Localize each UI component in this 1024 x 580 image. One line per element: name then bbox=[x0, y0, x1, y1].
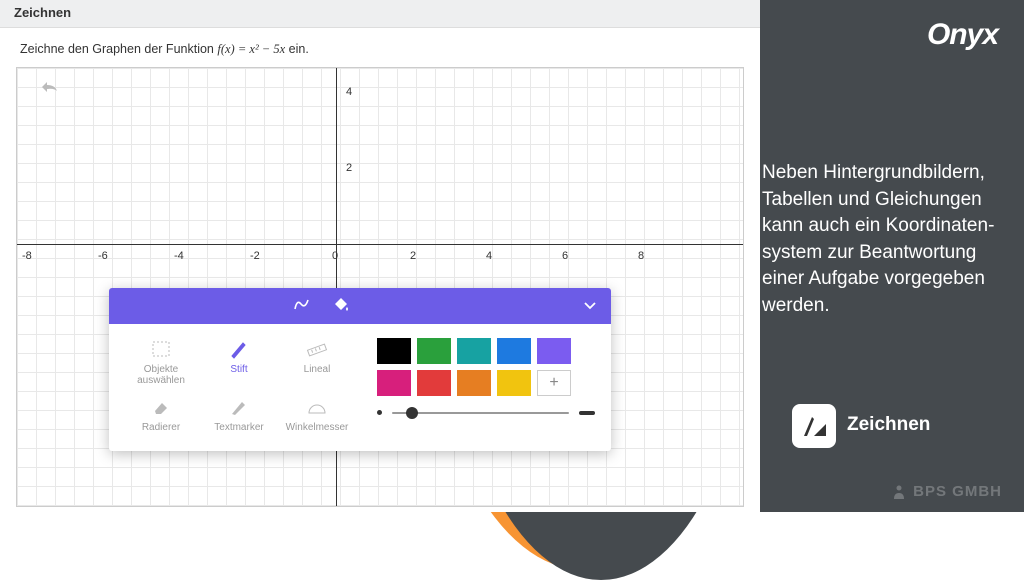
eraser-icon bbox=[147, 396, 175, 418]
toolbar-header bbox=[109, 288, 611, 324]
tool-select[interactable]: Objekte auswählen bbox=[125, 338, 197, 386]
freehand-icon[interactable] bbox=[293, 296, 311, 317]
y-tick-label: 4 bbox=[346, 86, 352, 98]
tool-label: Textmarker bbox=[214, 422, 263, 433]
color-swatch[interactable] bbox=[417, 338, 451, 364]
y-tick-label: 2 bbox=[346, 162, 352, 174]
tool-label: Stift bbox=[230, 364, 247, 375]
drawing-toolbar: Objekte auswählen Stift Lineal Radierer Text… bbox=[109, 288, 611, 451]
thick-indicator bbox=[579, 411, 595, 415]
color-swatch[interactable] bbox=[497, 338, 531, 364]
x-tick-label: 6 bbox=[562, 250, 568, 262]
color-swatch[interactable] bbox=[457, 338, 491, 364]
select-icon bbox=[147, 338, 175, 360]
promo-title: Zeichnen bbox=[847, 414, 1002, 436]
tool-eraser[interactable]: Radierer bbox=[125, 396, 197, 433]
protractor-icon bbox=[303, 396, 331, 418]
color-swatch[interactable] bbox=[417, 370, 451, 396]
x-axis bbox=[17, 244, 743, 245]
collapse-icon[interactable] bbox=[583, 297, 597, 315]
drawing-canvas[interactable]: -8 -6 -4 -2 0 2 4 6 8 2 4 Objekte auswählen Stift Li… bbox=[16, 67, 744, 507]
promo-text: Neben Hintergrund­bildern, Tabellen und … bbox=[762, 160, 1002, 320]
tool-label: Winkelmesser bbox=[286, 422, 349, 433]
promo-badge-icon bbox=[792, 404, 836, 448]
x-tick-label: 0 bbox=[332, 250, 338, 262]
brand-logo: Onyx bbox=[927, 18, 998, 52]
tool-label: Objekte auswählen bbox=[125, 364, 197, 386]
fill-icon[interactable] bbox=[333, 296, 351, 317]
tool-pen[interactable]: Stift bbox=[203, 338, 275, 386]
x-tick-label: -8 bbox=[22, 250, 32, 262]
color-swatch[interactable] bbox=[457, 370, 491, 396]
x-tick-label: -2 bbox=[250, 250, 260, 262]
x-tick-label: 2 bbox=[410, 250, 416, 262]
page-title: Zeichnen bbox=[14, 5, 746, 20]
tool-label: Lineal bbox=[304, 364, 331, 375]
tool-protractor[interactable]: Winkelmesser bbox=[281, 396, 353, 433]
header-bar: Zeichnen bbox=[0, 0, 760, 28]
undo-button[interactable] bbox=[35, 76, 65, 98]
slider-thumb[interactable] bbox=[406, 407, 418, 419]
add-color-button[interactable]: + bbox=[537, 370, 571, 396]
thin-indicator bbox=[377, 410, 382, 415]
company-credit: BPS GMBH bbox=[891, 483, 1002, 500]
color-swatch[interactable] bbox=[377, 370, 411, 396]
ruler-icon bbox=[303, 338, 331, 360]
x-tick-label: -4 bbox=[174, 250, 184, 262]
thickness-slider[interactable] bbox=[392, 412, 569, 414]
instruction-text: Zeichne den Graphen der Funktion f(x) = … bbox=[0, 28, 760, 67]
marker-icon bbox=[225, 396, 253, 418]
pen-icon bbox=[225, 338, 253, 360]
tool-marker[interactable]: Textmarker bbox=[203, 396, 275, 433]
tool-label: Radierer bbox=[142, 422, 180, 433]
app-area: Zeichnen Zeichne den Graphen der Funktio… bbox=[0, 0, 760, 512]
tool-ruler[interactable]: Lineal bbox=[281, 338, 353, 386]
x-tick-label: 4 bbox=[486, 250, 492, 262]
color-swatch[interactable] bbox=[537, 338, 571, 364]
color-swatch[interactable] bbox=[377, 338, 411, 364]
x-tick-label: 8 bbox=[638, 250, 644, 262]
x-tick-label: -6 bbox=[98, 250, 108, 262]
thickness-slider-row bbox=[377, 410, 595, 415]
color-swatch[interactable] bbox=[497, 370, 531, 396]
